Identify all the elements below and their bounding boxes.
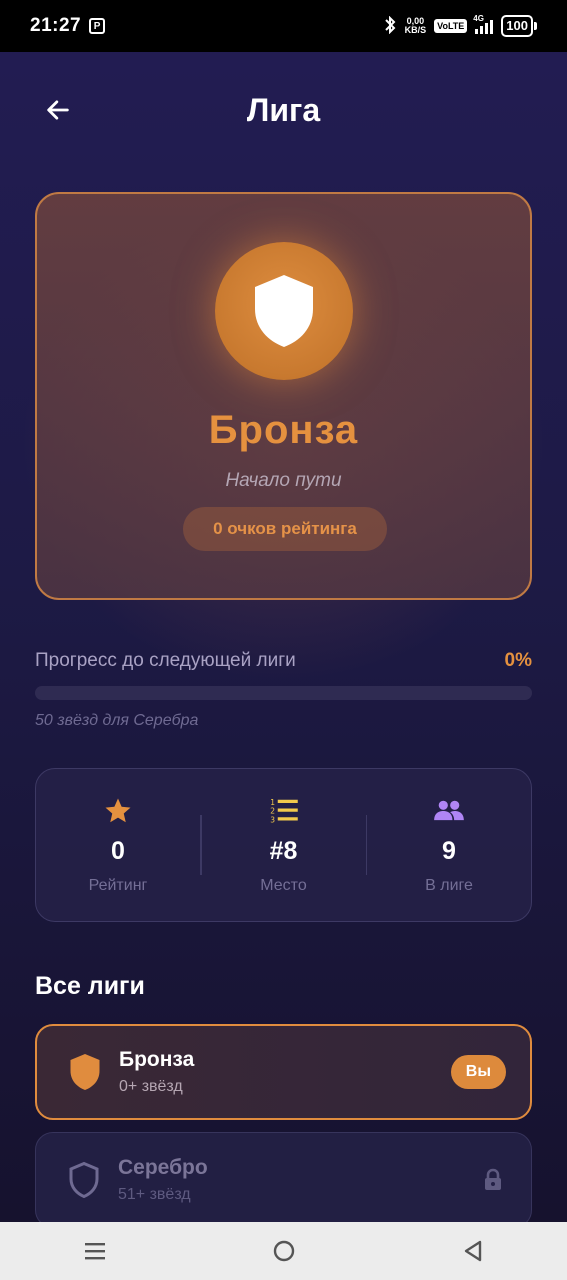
shield-icon <box>65 1052 105 1092</box>
rating-points-badge: 0 очков рейтинга <box>183 507 387 551</box>
current-league-card: Бронза Начало пути 0 очков рейтинга <box>35 192 532 600</box>
stat-place: 1 2 3 #8 Место <box>202 769 366 921</box>
signal-icon: 4G <box>473 14 494 34</box>
league-name: Бронза <box>208 408 359 452</box>
bluetooth-icon <box>383 15 397 37</box>
progress-label: Прогресс до следующей лиги <box>35 650 296 671</box>
league-screen: Лига Бронза Начало пути 0 очков рейтинга… <box>0 52 567 1222</box>
system-nav-bar <box>0 1222 567 1280</box>
stat-rating: 0 Рейтинг <box>36 769 200 921</box>
stat-value: 9 <box>442 837 456 865</box>
svg-text:2: 2 <box>270 807 275 816</box>
league-row-silver[interactable]: Серебро 51+ звёзд <box>35 1132 532 1222</box>
numbered-list-icon: 1 2 3 <box>268 795 300 827</box>
people-icon <box>433 795 465 827</box>
league-subtitle: Начало пути <box>225 470 342 491</box>
back-triangle-icon <box>464 1240 481 1262</box>
stats-card: 0 Рейтинг 1 2 3 #8 Место 9 В лиге <box>35 768 532 922</box>
recent-apps-button[interactable] <box>65 1231 125 1271</box>
progress-percent: 0% <box>504 650 532 671</box>
net-speed: 0,00 KB/S <box>405 17 427 35</box>
status-right: 0,00 KB/S VoLTE 4G 100 <box>383 14 537 37</box>
league-row-name: Бронза <box>119 1048 195 1071</box>
status-time: 21:27 <box>30 15 82 36</box>
league-row-bronze[interactable]: Бронза 0+ звёзд Вы <box>35 1024 532 1120</box>
section-title: Все лиги <box>35 972 145 1000</box>
stat-label: В лиге <box>425 877 473 894</box>
league-row-text: Серебро 51+ звёзд <box>118 1156 208 1204</box>
net-speed-unit: KB/S <box>404 25 427 35</box>
stat-label: Место <box>260 877 307 894</box>
top-bar: Лига <box>0 82 567 138</box>
league-row-text: Бронза 0+ звёзд <box>119 1048 194 1096</box>
league-row-name: Серебро <box>118 1156 208 1179</box>
star-icon <box>102 795 134 827</box>
status-bar: 21:27 P 0,00 KB/S VoLTE 4G 100 <box>0 0 567 52</box>
volte-badge: VoLTE <box>434 19 468 33</box>
progress-hint: 50 звёзд для Серебра <box>35 712 199 729</box>
network-type: 4G <box>473 14 484 23</box>
league-badge <box>215 242 353 380</box>
menu-icon <box>84 1243 105 1260</box>
shield-icon <box>255 275 313 347</box>
home-button[interactable] <box>254 1231 314 1271</box>
battery-icon: 100 <box>501 15 537 37</box>
league-row-requirement: 51+ звёзд <box>118 1186 191 1203</box>
stat-league-members: 9 В лиге <box>367 769 531 921</box>
app-notification-icon: P <box>89 18 106 34</box>
page-title: Лига <box>246 92 321 128</box>
battery-level: 100 <box>501 15 533 37</box>
shield-outline-icon <box>64 1160 104 1200</box>
stat-label: Рейтинг <box>88 877 148 894</box>
svg-text:1: 1 <box>270 798 275 807</box>
stat-value: #8 <box>269 837 298 865</box>
back-nav-button[interactable] <box>443 1231 503 1271</box>
stat-value: 0 <box>111 837 125 865</box>
svg-text:3: 3 <box>270 815 275 824</box>
progress-bar <box>35 686 532 700</box>
home-circle-icon <box>273 1240 294 1262</box>
lock-icon <box>481 1168 505 1192</box>
league-row-requirement: 0+ звёзд <box>119 1078 183 1095</box>
current-league-badge: Вы <box>450 1055 506 1089</box>
